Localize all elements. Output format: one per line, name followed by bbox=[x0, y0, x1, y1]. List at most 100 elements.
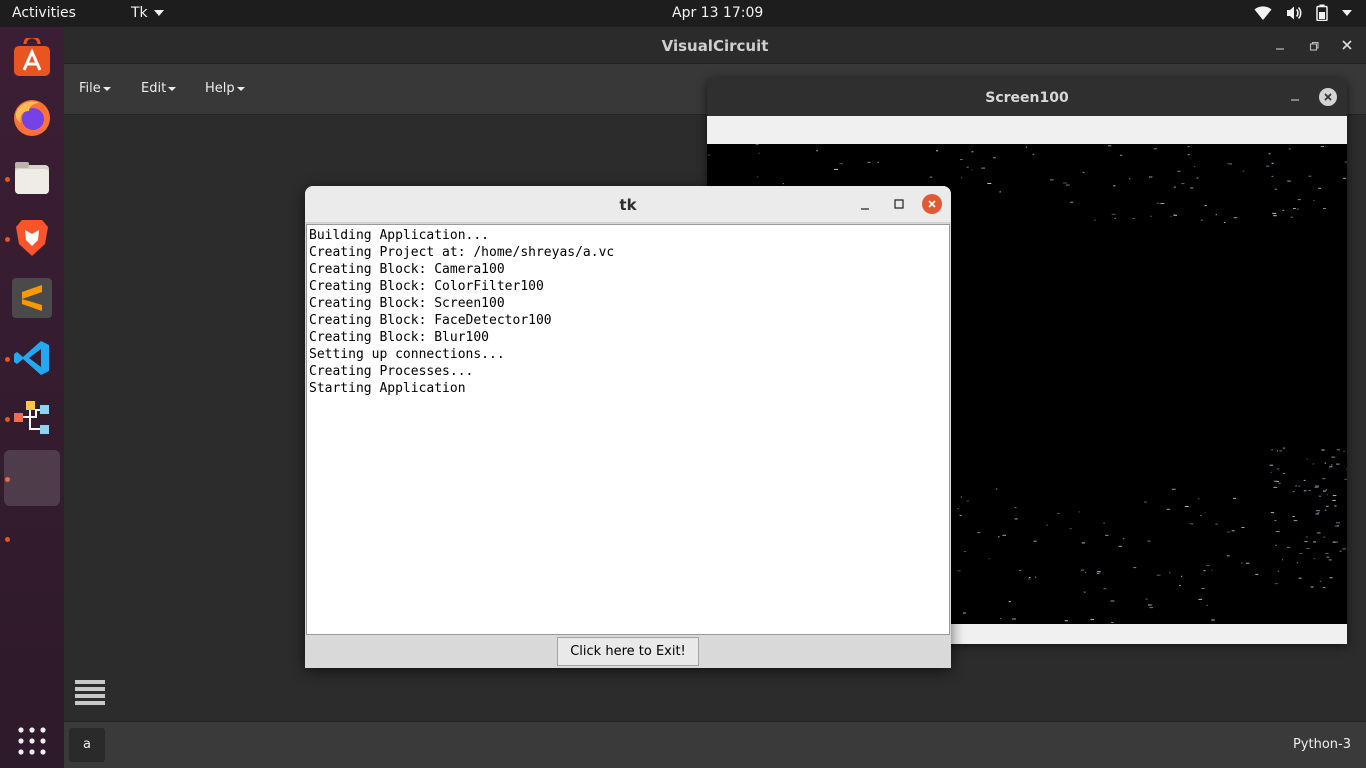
tk-maximize-button[interactable] bbox=[891, 196, 907, 212]
noise-speck bbox=[1171, 488, 1176, 490]
noise-speck bbox=[1132, 217, 1135, 219]
main-window-titlebar[interactable]: VisualCircuit bbox=[64, 27, 1366, 64]
dock-files[interactable] bbox=[4, 150, 60, 206]
noise-speck bbox=[1293, 520, 1298, 522]
exit-button[interactable]: Click here to Exit! bbox=[557, 637, 699, 666]
main-close-button[interactable] bbox=[1338, 36, 1356, 54]
noise-speck bbox=[1215, 523, 1218, 525]
noise-speck bbox=[1173, 214, 1177, 216]
noise-speck bbox=[1150, 215, 1152, 217]
noise-speck bbox=[1118, 545, 1122, 547]
tk-titlebar[interactable]: tk bbox=[305, 186, 951, 223]
noise-speck bbox=[1094, 219, 1096, 221]
noise-speck bbox=[1064, 620, 1068, 622]
system-tray[interactable] bbox=[1254, 4, 1352, 21]
menu-help-label: Help bbox=[205, 81, 235, 96]
noise-speck bbox=[1177, 170, 1181, 172]
menu-file[interactable]: File bbox=[79, 81, 111, 96]
dock-brave[interactable] bbox=[4, 210, 60, 266]
dock bbox=[0, 27, 64, 768]
app-menu[interactable]: Tk bbox=[131, 5, 164, 21]
dock-visualcircuit[interactable] bbox=[4, 390, 60, 446]
brave-icon bbox=[16, 220, 48, 256]
noise-speck bbox=[971, 151, 974, 153]
main-window-title: VisualCircuit bbox=[661, 37, 769, 55]
noise-speck bbox=[1336, 522, 1340, 524]
log-text-area[interactable]: Building Application... Creating Project… bbox=[306, 224, 950, 635]
screen100-title: Screen100 bbox=[985, 90, 1069, 106]
dock-firefox[interactable] bbox=[4, 90, 60, 146]
noise-speck bbox=[1111, 621, 1114, 623]
system-menu-chevron-icon bbox=[1342, 9, 1352, 16]
noise-speck bbox=[1032, 153, 1035, 155]
noise-speck bbox=[1170, 215, 1172, 217]
chevron-down-icon bbox=[153, 10, 164, 16]
noise-speck bbox=[1299, 553, 1303, 554]
noise-speck bbox=[1082, 172, 1085, 173]
app-menu-label: Tk bbox=[131, 5, 148, 21]
minimize-icon bbox=[1291, 99, 1299, 101]
noise-speck bbox=[1078, 511, 1080, 513]
menu-edit[interactable]: Edit bbox=[141, 81, 177, 96]
noise-speck bbox=[1273, 486, 1278, 488]
noise-speck bbox=[1298, 577, 1302, 579]
menu-edit-label: Edit bbox=[141, 81, 167, 96]
noise-speck bbox=[1295, 485, 1297, 487]
noise-speck bbox=[1287, 180, 1291, 182]
screen100-titlebar[interactable]: Screen100 bbox=[707, 78, 1347, 116]
noise-speck bbox=[1211, 569, 1213, 571]
screen100-close-button[interactable] bbox=[1319, 88, 1337, 106]
noise-speck bbox=[1312, 463, 1315, 465]
noise-speck bbox=[1184, 506, 1189, 507]
noise-speck bbox=[1304, 541, 1308, 542]
noise-speck bbox=[1203, 570, 1206, 572]
volume-icon bbox=[1287, 6, 1302, 19]
noise-speck bbox=[1324, 509, 1327, 511]
noise-speck bbox=[959, 515, 962, 516]
dock-sublime-text[interactable] bbox=[4, 270, 60, 326]
noise-speck bbox=[1114, 217, 1116, 219]
noise-speck bbox=[1339, 550, 1342, 552]
tk-close-button[interactable] bbox=[922, 194, 942, 214]
noise-speck bbox=[1241, 527, 1245, 528]
noise-speck bbox=[1336, 541, 1338, 543]
show-applications-button[interactable] bbox=[12, 721, 52, 761]
noise-speck bbox=[1282, 447, 1286, 449]
menu-help[interactable]: Help bbox=[205, 81, 245, 96]
noise-speck bbox=[957, 508, 959, 509]
noise-speck bbox=[1190, 187, 1194, 189]
noise-speck bbox=[1321, 449, 1325, 451]
noise-speck bbox=[1187, 154, 1190, 156]
main-restore-button[interactable] bbox=[1306, 38, 1322, 54]
noise-speck bbox=[960, 496, 962, 498]
menu-file-label: File bbox=[79, 81, 101, 96]
dock-python-tk[interactable] bbox=[4, 450, 60, 506]
noise-speck bbox=[1297, 208, 1299, 210]
log-line: Creating Processes... bbox=[309, 364, 474, 379]
noise-speck bbox=[1000, 617, 1002, 619]
noise-speck bbox=[1329, 466, 1333, 468]
activities-button[interactable]: Activities bbox=[12, 5, 76, 21]
clock[interactable]: Apr 13 17:09 bbox=[672, 5, 763, 21]
noise-speck bbox=[1103, 522, 1105, 524]
dock-vscode[interactable] bbox=[4, 330, 60, 386]
noise-speck bbox=[1344, 478, 1347, 480]
noise-speck bbox=[959, 159, 963, 160]
noise-speck bbox=[1156, 574, 1161, 576]
noise-speck bbox=[1028, 577, 1031, 578]
screen100-minimize-button[interactable] bbox=[1287, 89, 1303, 105]
main-minimize-button[interactable] bbox=[1272, 38, 1288, 54]
tk-minimize-button[interactable] bbox=[857, 197, 873, 213]
status-indicator[interactable]: a bbox=[69, 728, 105, 762]
noise-speck bbox=[957, 570, 961, 572]
noise-speck bbox=[1279, 450, 1282, 452]
noise-speck bbox=[1255, 573, 1259, 575]
hamburger-menu-icon[interactable] bbox=[75, 680, 105, 706]
noise-speck bbox=[1144, 501, 1147, 503]
noise-speck bbox=[707, 154, 710, 156]
noise-speck bbox=[758, 152, 760, 154]
dock-software-center[interactable] bbox=[4, 30, 60, 86]
noise-speck bbox=[1275, 544, 1277, 546]
noise-speck bbox=[1320, 146, 1324, 147]
noise-speck bbox=[1153, 148, 1157, 150]
